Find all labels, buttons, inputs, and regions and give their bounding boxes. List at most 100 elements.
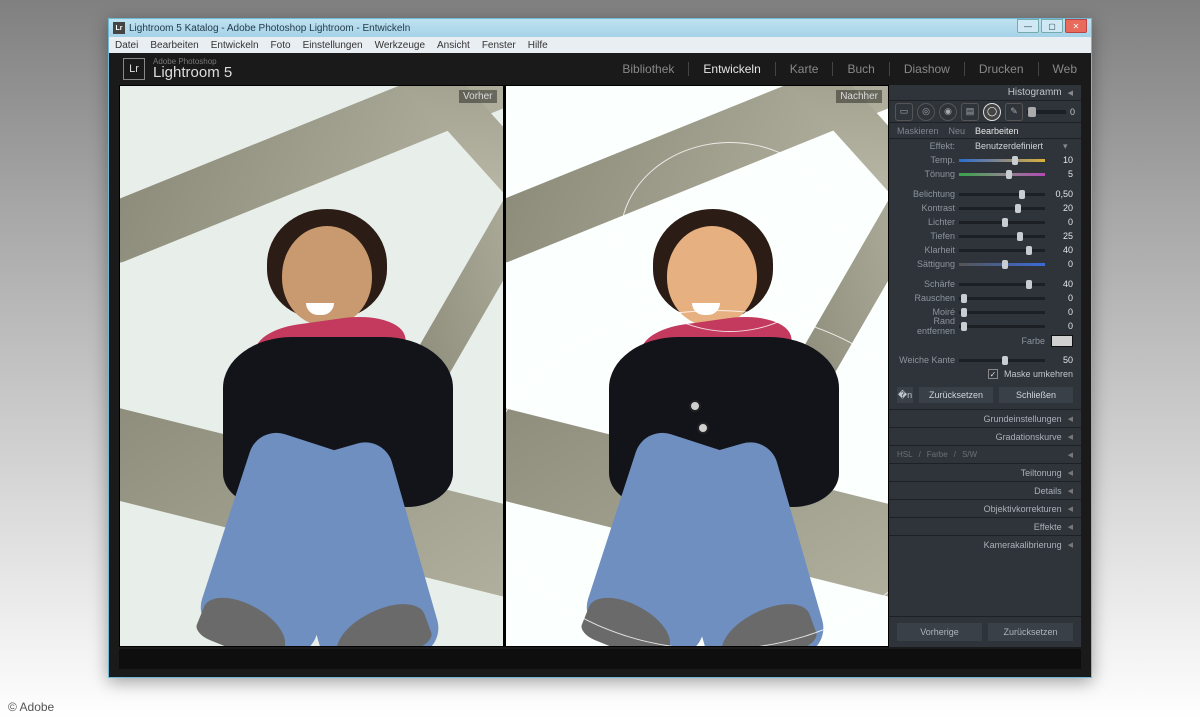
module-web[interactable]: Web bbox=[1053, 62, 1077, 76]
defringe-slider[interactable] bbox=[959, 325, 1045, 328]
menu-fenster[interactable]: Fenster bbox=[482, 40, 516, 51]
spot-tool-icon[interactable]: ◎ bbox=[917, 103, 935, 121]
adjustment-pin-2[interactable] bbox=[697, 422, 709, 434]
module-karte[interactable]: Karte bbox=[790, 62, 819, 76]
section-objektivkorrekturen[interactable]: Objektivkorrekturen◀ bbox=[889, 499, 1081, 517]
moire-slider[interactable] bbox=[959, 311, 1045, 314]
section-hsl[interactable]: HSL/Farbe/S/W ◀ bbox=[889, 445, 1081, 463]
lightroom-logo-icon: Lr bbox=[123, 58, 145, 80]
clarity-value: 40 bbox=[1049, 245, 1073, 255]
adjustment-pin[interactable] bbox=[689, 400, 701, 412]
before-label: Vorher bbox=[459, 90, 496, 103]
after-label: Nachher bbox=[836, 90, 882, 103]
tint-value: 5 bbox=[1049, 169, 1073, 179]
effect-preset-dropdown[interactable]: Benutzerdefiniert bbox=[959, 141, 1059, 151]
highlights-value: 0 bbox=[1049, 217, 1073, 227]
noise-value: 0 bbox=[1049, 293, 1073, 303]
shadows-slider[interactable] bbox=[959, 235, 1045, 238]
saturation-value: 0 bbox=[1049, 259, 1073, 269]
histogram-label: Histogramm bbox=[1008, 87, 1062, 98]
redeye-tool-icon[interactable]: ◉ bbox=[939, 103, 957, 121]
panel-switch-icon[interactable]: �n bbox=[897, 387, 913, 403]
color-swatch[interactable] bbox=[1051, 335, 1073, 347]
menu-hilfe[interactable]: Hilfe bbox=[528, 40, 548, 51]
noise-label: Rauschen bbox=[897, 293, 955, 303]
effect-label: Effekt: bbox=[897, 141, 955, 151]
menu-datei[interactable]: Datei bbox=[115, 40, 138, 51]
section-effekte[interactable]: Effekte◀ bbox=[889, 517, 1081, 535]
radial-filter-overlay-2[interactable] bbox=[504, 310, 890, 647]
window-title: Lightroom 5 Katalog - Adobe Photoshop Li… bbox=[129, 23, 410, 34]
app-header: Lr Adobe Photoshop Lightroom 5 Bibliothe… bbox=[113, 53, 1087, 85]
brush-tool-icon[interactable]: ✎ bbox=[1005, 103, 1023, 121]
section-teiltonung[interactable]: Teiltonung◀ bbox=[889, 463, 1081, 481]
module-picker: Bibliothek Entwickeln Karte Buch Diashow… bbox=[622, 62, 1077, 76]
module-drucken[interactable]: Drucken bbox=[979, 62, 1024, 76]
previous-button[interactable]: Vorherige bbox=[897, 623, 982, 641]
highlights-slider[interactable] bbox=[959, 221, 1045, 224]
mask-tabs: Maskieren Neu Bearbeiten bbox=[889, 123, 1081, 139]
menu-einstellungen[interactable]: Einstellungen bbox=[303, 40, 363, 51]
tab-mask[interactable]: Maskieren bbox=[897, 126, 939, 136]
tab-new[interactable]: Neu bbox=[949, 126, 966, 136]
tab-edit[interactable]: Bearbeiten bbox=[975, 126, 1019, 136]
highlights-label: Lichter bbox=[897, 217, 955, 227]
window-titlebar[interactable]: Lr Lightroom 5 Katalog - Adobe Photoshop… bbox=[109, 19, 1091, 37]
feather-slider[interactable] bbox=[959, 359, 1045, 362]
window-minimize-button[interactable]: — bbox=[1017, 19, 1039, 33]
image-credit: © Adobe bbox=[8, 700, 54, 714]
feather-value: 50 bbox=[1049, 355, 1073, 365]
exposure-slider[interactable] bbox=[959, 193, 1045, 196]
gradient-tool-icon[interactable]: ▤ bbox=[961, 103, 979, 121]
noise-slider[interactable] bbox=[959, 297, 1045, 300]
menu-ansicht[interactable]: Ansicht bbox=[437, 40, 470, 51]
module-entwickeln[interactable]: Entwickeln bbox=[703, 62, 760, 76]
module-buch[interactable]: Buch bbox=[847, 62, 874, 76]
contrast-slider[interactable] bbox=[959, 207, 1045, 210]
tool-size-slider[interactable] bbox=[1027, 110, 1066, 114]
menu-bearbeiten[interactable]: Bearbeiten bbox=[150, 40, 198, 51]
invert-mask-checkbox[interactable]: ✓ bbox=[988, 369, 998, 379]
module-diashow[interactable]: Diashow bbox=[904, 62, 950, 76]
sharpness-value: 40 bbox=[1049, 279, 1073, 289]
app-icon: Lr bbox=[113, 22, 125, 34]
reset-button[interactable]: Zurücksetzen bbox=[919, 387, 993, 403]
sharpness-slider[interactable] bbox=[959, 283, 1045, 286]
workspace: Vorher bbox=[119, 85, 1081, 647]
radial-filter-overlay[interactable] bbox=[620, 142, 840, 332]
section-kamerakalibrierung[interactable]: Kamerakalibrierung◀ bbox=[889, 535, 1081, 553]
application-window: Lr Lightroom 5 Katalog - Adobe Photoshop… bbox=[108, 18, 1092, 678]
shadows-label: Tiefen bbox=[897, 231, 955, 241]
temp-slider[interactable] bbox=[959, 159, 1045, 162]
crop-tool-icon[interactable]: ▭ bbox=[895, 103, 913, 121]
radial-tool-icon[interactable]: ◯ bbox=[983, 103, 1001, 121]
after-pane: Nachher bbox=[504, 85, 890, 647]
saturation-slider[interactable] bbox=[959, 263, 1045, 266]
section-details[interactable]: Details◀ bbox=[889, 481, 1081, 499]
module-bibliothek[interactable]: Bibliothek bbox=[622, 62, 674, 76]
product-title: Lightroom 5 bbox=[153, 64, 232, 81]
close-button[interactable]: Schließen bbox=[999, 387, 1073, 403]
menu-werkzeuge[interactable]: Werkzeuge bbox=[375, 40, 425, 51]
preset-chevron-icon[interactable]: ▾ bbox=[1063, 141, 1073, 152]
menu-bar: Datei Bearbeiten Entwickeln Foto Einstel… bbox=[109, 37, 1091, 53]
feather-label: Weiche Kante bbox=[897, 355, 955, 365]
section-grundeinstellungen[interactable]: Grundeinstellungen◀ bbox=[889, 409, 1081, 427]
window-close-button[interactable]: ✕ bbox=[1065, 19, 1087, 33]
menu-foto[interactable]: Foto bbox=[271, 40, 291, 51]
reset-all-button[interactable]: Zurücksetzen bbox=[988, 623, 1073, 641]
tint-slider[interactable] bbox=[959, 173, 1045, 176]
clarity-slider[interactable] bbox=[959, 249, 1045, 252]
section-gradationskurve[interactable]: Gradationskurve◀ bbox=[889, 427, 1081, 445]
shadows-value: 25 bbox=[1049, 231, 1073, 241]
histogram-header[interactable]: Histogramm◀ bbox=[889, 85, 1081, 101]
exposure-value: 0,50 bbox=[1049, 189, 1073, 199]
image-canvas[interactable]: Vorher bbox=[119, 85, 889, 647]
temp-label: Temp. bbox=[897, 155, 955, 165]
filmstrip[interactable] bbox=[119, 649, 1081, 669]
window-maximize-button[interactable]: ▢ bbox=[1041, 19, 1063, 33]
defringe-value: 0 bbox=[1049, 321, 1073, 331]
color-label: Farbe bbox=[897, 336, 1045, 346]
menu-entwickeln[interactable]: Entwickeln bbox=[211, 40, 259, 51]
invert-mask-label: Maske umkehren bbox=[1004, 369, 1073, 379]
